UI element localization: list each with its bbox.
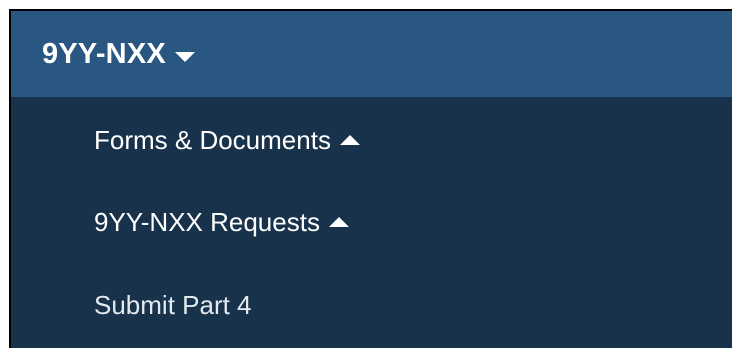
caret-up-icon (328, 216, 349, 227)
menu-item-forms-documents[interactable]: Forms & Documents (94, 125, 360, 156)
menu-title: 9YY-NXX (42, 37, 166, 70)
menu-item-9yy-nxx-requests[interactable]: 9YY-NXX Requests (94, 207, 349, 238)
caret-down-icon (174, 52, 195, 62)
menu-item-label: Submit Part 4 (94, 290, 252, 320)
caret-up-icon (339, 134, 360, 145)
menu-item-label: Forms & Documents (94, 125, 331, 155)
menu-item-submit-part-4[interactable]: Submit Part 4 (94, 290, 252, 321)
menu-dropdown-toggle[interactable]: 9YY-NXX (11, 11, 732, 97)
nav-menu-panel: 9YY-NXX Forms & Documents 9YY-NXX Reques… (9, 9, 732, 348)
menu-item-label: 9YY-NXX Requests (94, 207, 320, 237)
